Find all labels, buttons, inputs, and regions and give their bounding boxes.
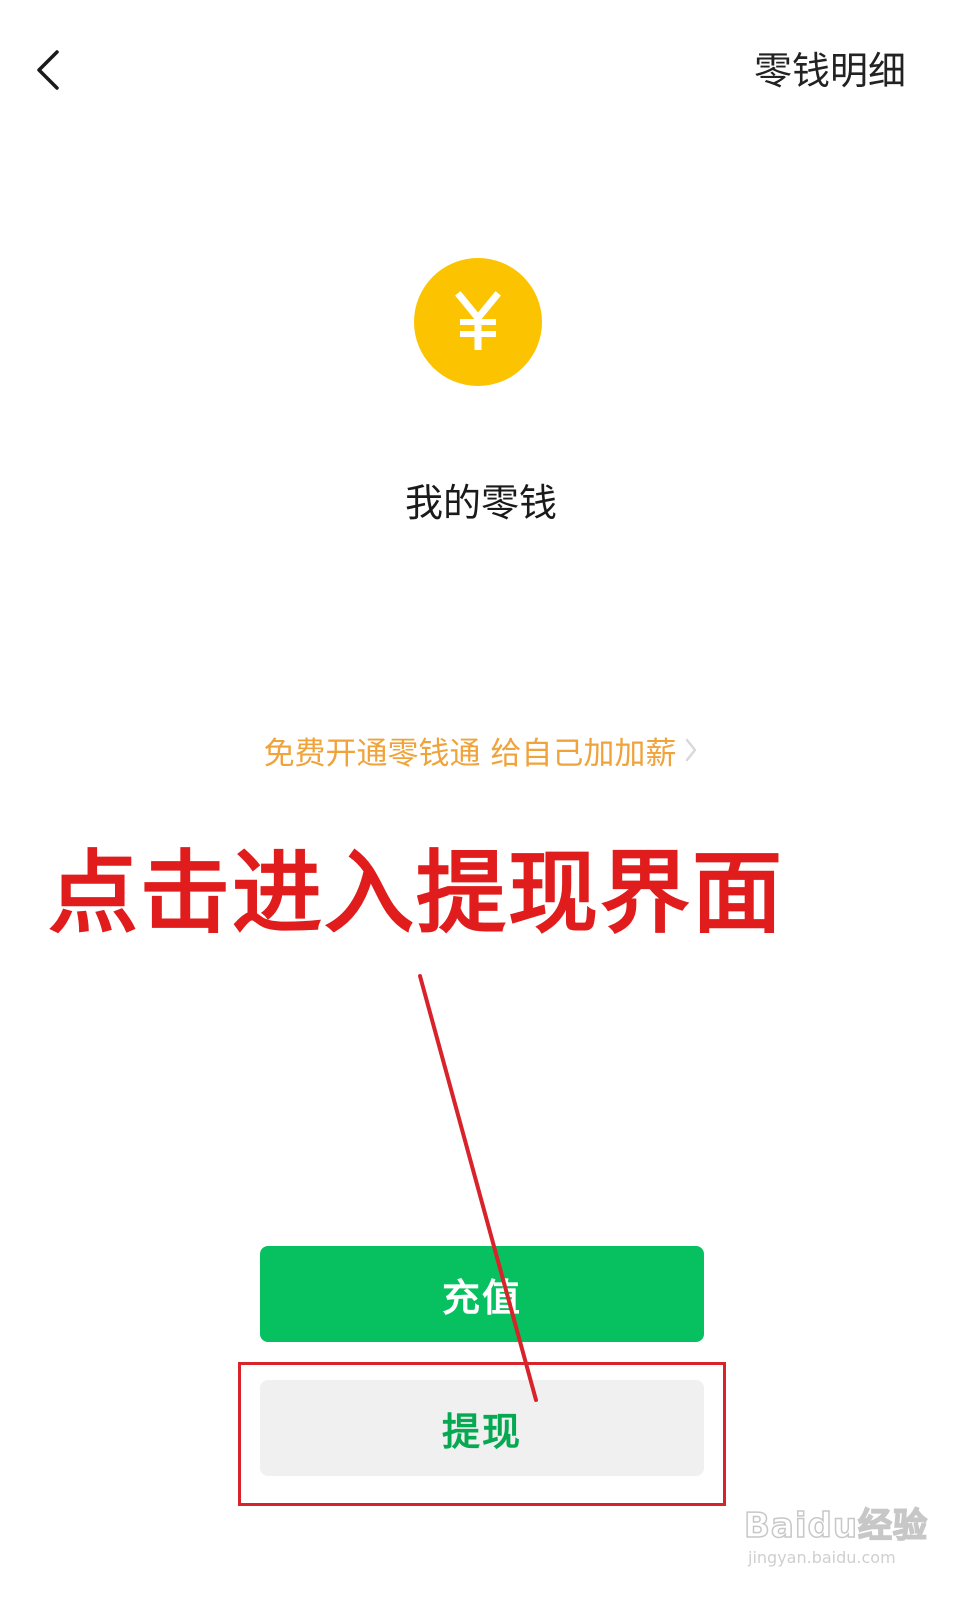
promo-label: 免费开通零钱通 给自己加加薪 [263,736,677,772]
chevron-left-icon [37,50,59,90]
lingqiantong-promo-link[interactable]: 免费开通零钱通 给自己加加薪 [0,732,962,776]
withdraw-button[interactable]: 提现 [260,1380,704,1476]
yuan-coin-icon [414,258,542,386]
watermark-url: jingyan.baidu.com [748,1548,896,1567]
annotation-text: 点击进入提现界面 [48,840,784,946]
page-title: 我的零钱 [404,481,557,525]
change-details-link[interactable]: 零钱明细 [754,46,906,96]
annotation-arrow-line [418,974,538,1402]
watermark-brand: Baidu经验 [743,1505,929,1547]
back-button[interactable] [24,40,72,100]
chevron-right-icon [684,731,698,775]
baidu-jingyan-watermark: Baidu经验 jingyan.baidu.com [743,1492,934,1572]
recharge-button[interactable]: 充值 [260,1246,704,1342]
